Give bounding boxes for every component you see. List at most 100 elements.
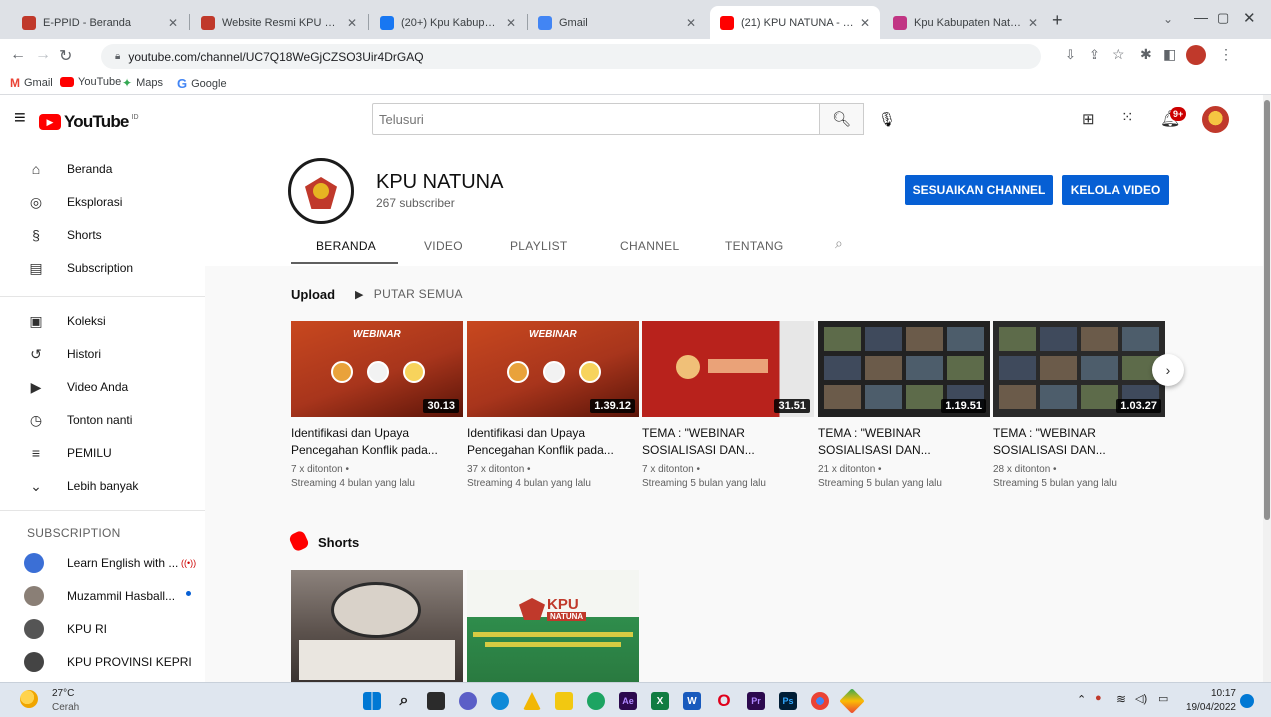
browser-tab[interactable]: Gmail ✕ <box>528 6 706 39</box>
tab-search-icon[interactable]: ⌄ <box>1163 12 1173 26</box>
video-title[interactable]: TEMA : "WEBINAR SOSIALISASI DAN... <box>993 425 1163 459</box>
tab-close-icon[interactable]: ✕ <box>860 16 870 30</box>
excel-icon[interactable]: X <box>651 692 669 710</box>
sidebar-item[interactable]: ▶ Video Anda <box>0 371 205 403</box>
tab-close-icon[interactable]: ✕ <box>686 16 696 30</box>
task-view-icon[interactable] <box>427 692 445 710</box>
taskbar-search-icon[interactable]: ⌕ <box>395 692 413 710</box>
browser-tab[interactable]: (21) KPU NATUNA - YouTub ✕ <box>710 6 880 39</box>
battery-icon[interactable]: ▭ <box>1158 692 1168 705</box>
edge-icon[interactable] <box>491 692 509 710</box>
close-window-icon[interactable]: ✕ <box>1243 9 1256 27</box>
share-icon[interactable]: ⇪ <box>1089 47 1100 63</box>
scrollbar-thumb[interactable] <box>1264 100 1270 520</box>
tab-playlist[interactable]: PLAYLIST <box>510 239 568 253</box>
play-all-button[interactable]: ▶ PUTAR SEMUA <box>355 287 463 301</box>
forward-icon[interactable]: → <box>35 46 51 64</box>
tab-video[interactable]: VIDEO <box>424 239 463 253</box>
after-effects-icon[interactable]: Ae <box>619 692 637 710</box>
sidebar-item[interactable]: ⌄ Lebih banyak <box>0 470 205 502</box>
create-video-icon[interactable]: ⊞ <box>1082 110 1095 128</box>
install-icon[interactable]: ⇩ <box>1065 47 1076 63</box>
video-card[interactable]: WEBINAR 1.39.12 Identifikasi dan Upaya Pen… <box>467 321 639 491</box>
bookmark-star-icon[interactable]: ☆ <box>1112 46 1125 63</box>
shelf-next-button[interactable]: › <box>1152 354 1184 386</box>
tab-beranda[interactable]: BERANDA <box>316 239 376 253</box>
customize-channel-button[interactable]: SESUAIKAN CHANNEL <box>905 175 1053 205</box>
video-thumbnail[interactable]: WEBINAR 30.13 <box>291 321 463 417</box>
tab-close-icon[interactable]: ✕ <box>506 16 516 30</box>
sidebar-item[interactable]: ◎ Eksplorasi <box>0 186 205 218</box>
search-box[interactable] <box>372 103 820 135</box>
subscription-item[interactable]: KPU PROVINSI KEPRI <box>0 646 205 678</box>
short-thumbnail[interactable] <box>291 570 463 682</box>
tray-overflow-icon[interactable]: ⌃ <box>1077 693 1086 706</box>
address-bar[interactable]: 🔒︎ youtube.com/channel/UC7Q18WeGjCZSO3Ui… <box>101 44 1041 69</box>
browser-tab[interactable]: Kpu Kabupaten Natuna (@ ✕ <box>883 6 1048 39</box>
video-card[interactable]: 31.51 TEMA : "WEBINAR SOSIALISASI DAN... 7… <box>642 321 814 491</box>
maximize-icon[interactable]: ▢ <box>1217 10 1229 26</box>
teams-chat-icon[interactable] <box>459 692 477 710</box>
tab-close-icon[interactable]: ✕ <box>347 16 357 30</box>
clock-date[interactable]: 19/04/2022 <box>1180 702 1236 713</box>
new-tab-button[interactable]: + <box>1052 10 1063 31</box>
bookmark-google[interactable]: G Google <box>177 76 227 91</box>
video-thumbnail[interactable]: 1.19.51 <box>818 321 990 417</box>
bookmark-maps[interactable]: ✦ Maps <box>122 76 163 90</box>
minimize-icon[interactable]: — <box>1194 9 1208 25</box>
tray-app-icon[interactable]: ● <box>1095 692 1102 704</box>
weather-sun-icon[interactable] <box>20 690 38 708</box>
video-card[interactable]: 1.19.51 TEMA : "WEBINAR SOSIALISASI DAN..… <box>818 321 990 491</box>
tab-channel[interactable]: CHANNEL <box>620 239 679 253</box>
extensions-icon[interactable]: ✱ <box>1140 46 1152 63</box>
volume-icon[interactable]: ◁) <box>1135 692 1147 705</box>
chrome-icon[interactable] <box>587 692 605 710</box>
tab-close-icon[interactable]: ✕ <box>1028 16 1038 30</box>
side-panel-icon[interactable]: ◧ <box>1163 46 1176 63</box>
video-title[interactable]: TEMA : "WEBINAR SOSIALISASI DAN... <box>642 425 812 459</box>
wifi-icon[interactable]: ≋ <box>1116 692 1126 706</box>
clock-time[interactable]: 10:17 <box>1186 688 1236 699</box>
video-thumbnail[interactable]: 1.03.27 <box>993 321 1165 417</box>
sidebar-item[interactable]: ▤ Subscription <box>0 252 205 284</box>
video-thumbnail[interactable]: WEBINAR 1.39.12 <box>467 321 639 417</box>
sidebar-item[interactable]: ▣ Koleksi <box>0 305 205 337</box>
video-card[interactable]: WEBINAR 30.13 Identifikasi dan Upaya Pence… <box>291 321 463 491</box>
browser-tab[interactable]: E-PPID - Beranda ✕ <box>12 6 188 39</box>
reload-icon[interactable]: ↻ <box>59 46 72 66</box>
bookmark-youtube[interactable]: YouTube <box>60 76 121 88</box>
notification-center-icon[interactable] <box>1240 694 1254 708</box>
premiere-icon[interactable]: Pr <box>747 692 765 710</box>
channel-search-icon[interactable]: ⌕ <box>835 235 843 252</box>
opera-icon[interactable]: O <box>715 691 733 710</box>
channel-avatar[interactable] <box>288 158 354 224</box>
back-icon[interactable]: ← <box>10 46 26 64</box>
word-icon[interactable]: W <box>683 692 701 710</box>
chrome-active-icon[interactable] <box>811 692 829 710</box>
sidebar-item[interactable]: § Shorts <box>0 219 205 251</box>
video-title[interactable]: Identifikasi dan Upaya Pencegahan Konfli… <box>467 425 637 459</box>
bookmark-gmail[interactable]: M Gmail <box>10 76 53 90</box>
browser-tab[interactable]: Website Resmi KPU Kabupa ✕ <box>191 6 367 39</box>
video-title[interactable]: Identifikasi dan Upaya Pencegahan Konfli… <box>291 425 461 459</box>
manage-videos-button[interactable]: KELOLA VIDEO <box>1062 175 1169 205</box>
apps-grid-icon[interactable]: ⁙ <box>1121 108 1134 126</box>
tab-tentang[interactable]: TENTANG <box>725 239 784 253</box>
sidebar-item[interactable]: ◷ Tonton nanti <box>0 404 205 436</box>
file-explorer-icon[interactable] <box>555 692 573 710</box>
youtube-logo[interactable]: ▶ YouTube ID <box>39 112 139 132</box>
search-button[interactable]: 🔍︎ <box>820 103 864 135</box>
voice-search-icon[interactable]: 🎙︎ <box>873 105 901 133</box>
windows-start-icon[interactable] <box>363 692 381 710</box>
tab-close-icon[interactable]: ✕ <box>168 16 178 30</box>
menu-kebab-icon[interactable]: ⋮ <box>1219 46 1233 63</box>
video-thumbnail[interactable]: 31.51 <box>642 321 814 417</box>
sidebar-item[interactable]: ≡ PEMILU <box>0 437 205 469</box>
hamburger-menu-icon[interactable]: ≡ <box>14 107 26 130</box>
sidebar-item[interactable]: ↺ Histori <box>0 338 205 370</box>
short-thumbnail[interactable]: KPU NATUNA <box>467 570 639 682</box>
photoshop-icon[interactable]: Ps <box>779 692 797 710</box>
search-input[interactable] <box>373 104 803 134</box>
account-avatar[interactable] <box>1202 106 1229 133</box>
subscription-item[interactable]: KPU RI <box>0 613 205 645</box>
